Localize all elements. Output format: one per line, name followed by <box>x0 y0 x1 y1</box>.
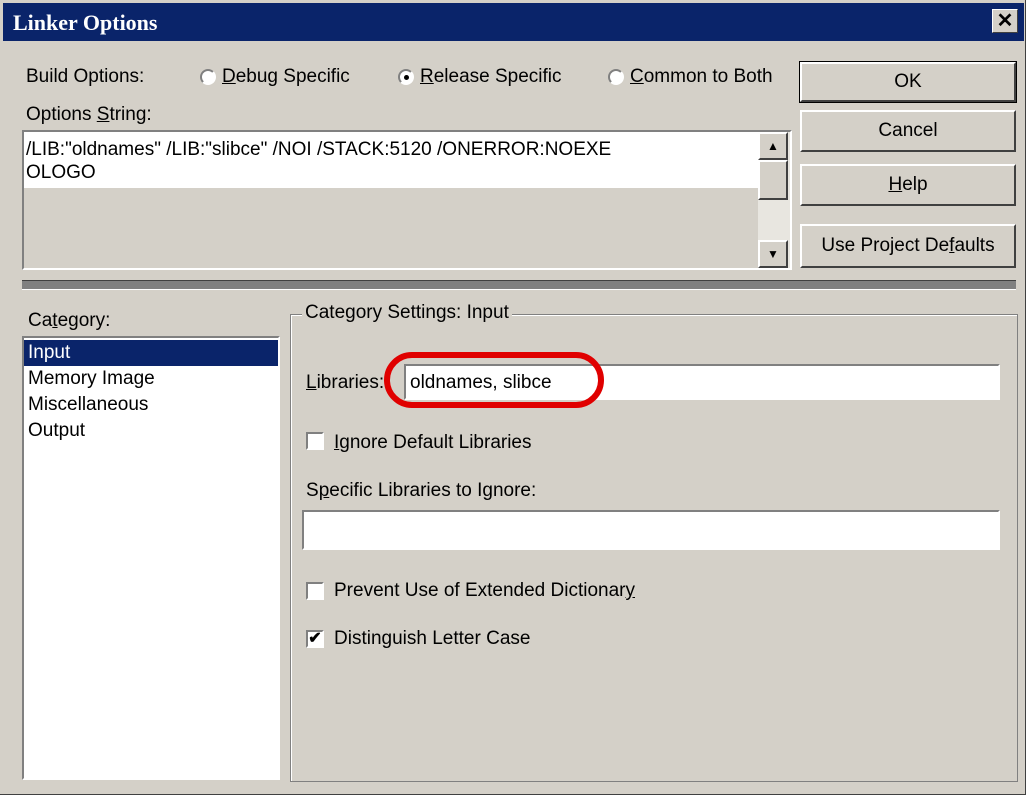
scroll-down-button[interactable]: ▼ <box>758 240 788 268</box>
window-title: Linker Options <box>13 10 158 35</box>
options-string-line-2: OLOGO <box>26 162 96 183</box>
category-item-output[interactable]: Output <box>24 418 278 444</box>
ok-button[interactable]: OK <box>799 61 1017 103</box>
category-item-memory-image[interactable]: Memory Image <box>24 366 278 392</box>
linker-options-dialog: Linker Options ✕ Build Options: Debug Sp… <box>0 0 1026 795</box>
highlight-ring <box>384 352 604 408</box>
distinguish-letter-case-checkbox[interactable]: ✔ <box>306 630 324 648</box>
options-string-text-area[interactable]: /LIB:"oldnames" /LIB:"slibce" /NOI /STAC… <box>24 132 758 188</box>
debug-specific-label[interactable]: Debug Specific <box>222 66 350 88</box>
scroll-thumb[interactable] <box>758 160 788 200</box>
options-string-line-1: /LIB:"oldnames" /LIB:"slibce" /NOI /STAC… <box>26 139 612 160</box>
use-project-defaults-button[interactable]: Use Project Defaults <box>800 224 1016 268</box>
specific-libraries-input[interactable] <box>302 510 1000 550</box>
category-item-miscellaneous[interactable]: Miscellaneous <box>24 392 278 418</box>
checkmark-icon: ✔ <box>308 630 322 647</box>
cancel-button[interactable]: Cancel <box>800 110 1016 152</box>
common-to-both-label[interactable]: Common to Both <box>630 66 773 88</box>
category-label: Category: <box>28 310 111 331</box>
common-to-both-radio[interactable] <box>608 69 624 85</box>
category-settings-label: Category Settings: Input <box>302 302 512 324</box>
libraries-label: Libraries: <box>306 372 385 393</box>
options-string-label: Options String: <box>26 104 152 125</box>
close-icon: ✕ <box>996 10 1014 32</box>
help-button[interactable]: Help <box>800 164 1016 206</box>
debug-specific-radio[interactable] <box>200 69 216 85</box>
distinguish-letter-case-label[interactable]: Distinguish Letter Case <box>334 628 530 650</box>
arrow-up-icon: ▲ <box>767 139 779 153</box>
specific-libraries-label: Specific Libraries to Ignore: <box>306 480 537 501</box>
ignore-default-libraries-label[interactable]: Ignore Default Libraries <box>334 432 532 454</box>
separator <box>22 280 1016 290</box>
options-string-scrollbar[interactable]: ▲ ▼ <box>758 132 790 268</box>
release-specific-label[interactable]: Release Specific <box>420 66 562 88</box>
options-string-box[interactable]: /LIB:"oldnames" /LIB:"slibce" /NOI /STAC… <box>22 130 792 270</box>
ignore-default-libraries-checkbox[interactable] <box>306 432 324 450</box>
close-button[interactable]: ✕ <box>992 9 1018 33</box>
arrow-down-icon: ▼ <box>767 247 779 261</box>
category-item-input[interactable]: Input <box>24 340 278 366</box>
title-bar[interactable]: Linker Options ✕ <box>3 3 1024 41</box>
category-list[interactable]: Input Memory Image Miscellaneous Output <box>22 336 280 780</box>
prevent-extended-dictionary-label[interactable]: Prevent Use of Extended Dictionary <box>334 580 635 602</box>
prevent-extended-dictionary-checkbox[interactable] <box>306 582 324 600</box>
scroll-up-button[interactable]: ▲ <box>758 132 788 160</box>
release-specific-radio[interactable] <box>398 69 414 85</box>
build-options-label: Build Options: <box>26 66 145 87</box>
